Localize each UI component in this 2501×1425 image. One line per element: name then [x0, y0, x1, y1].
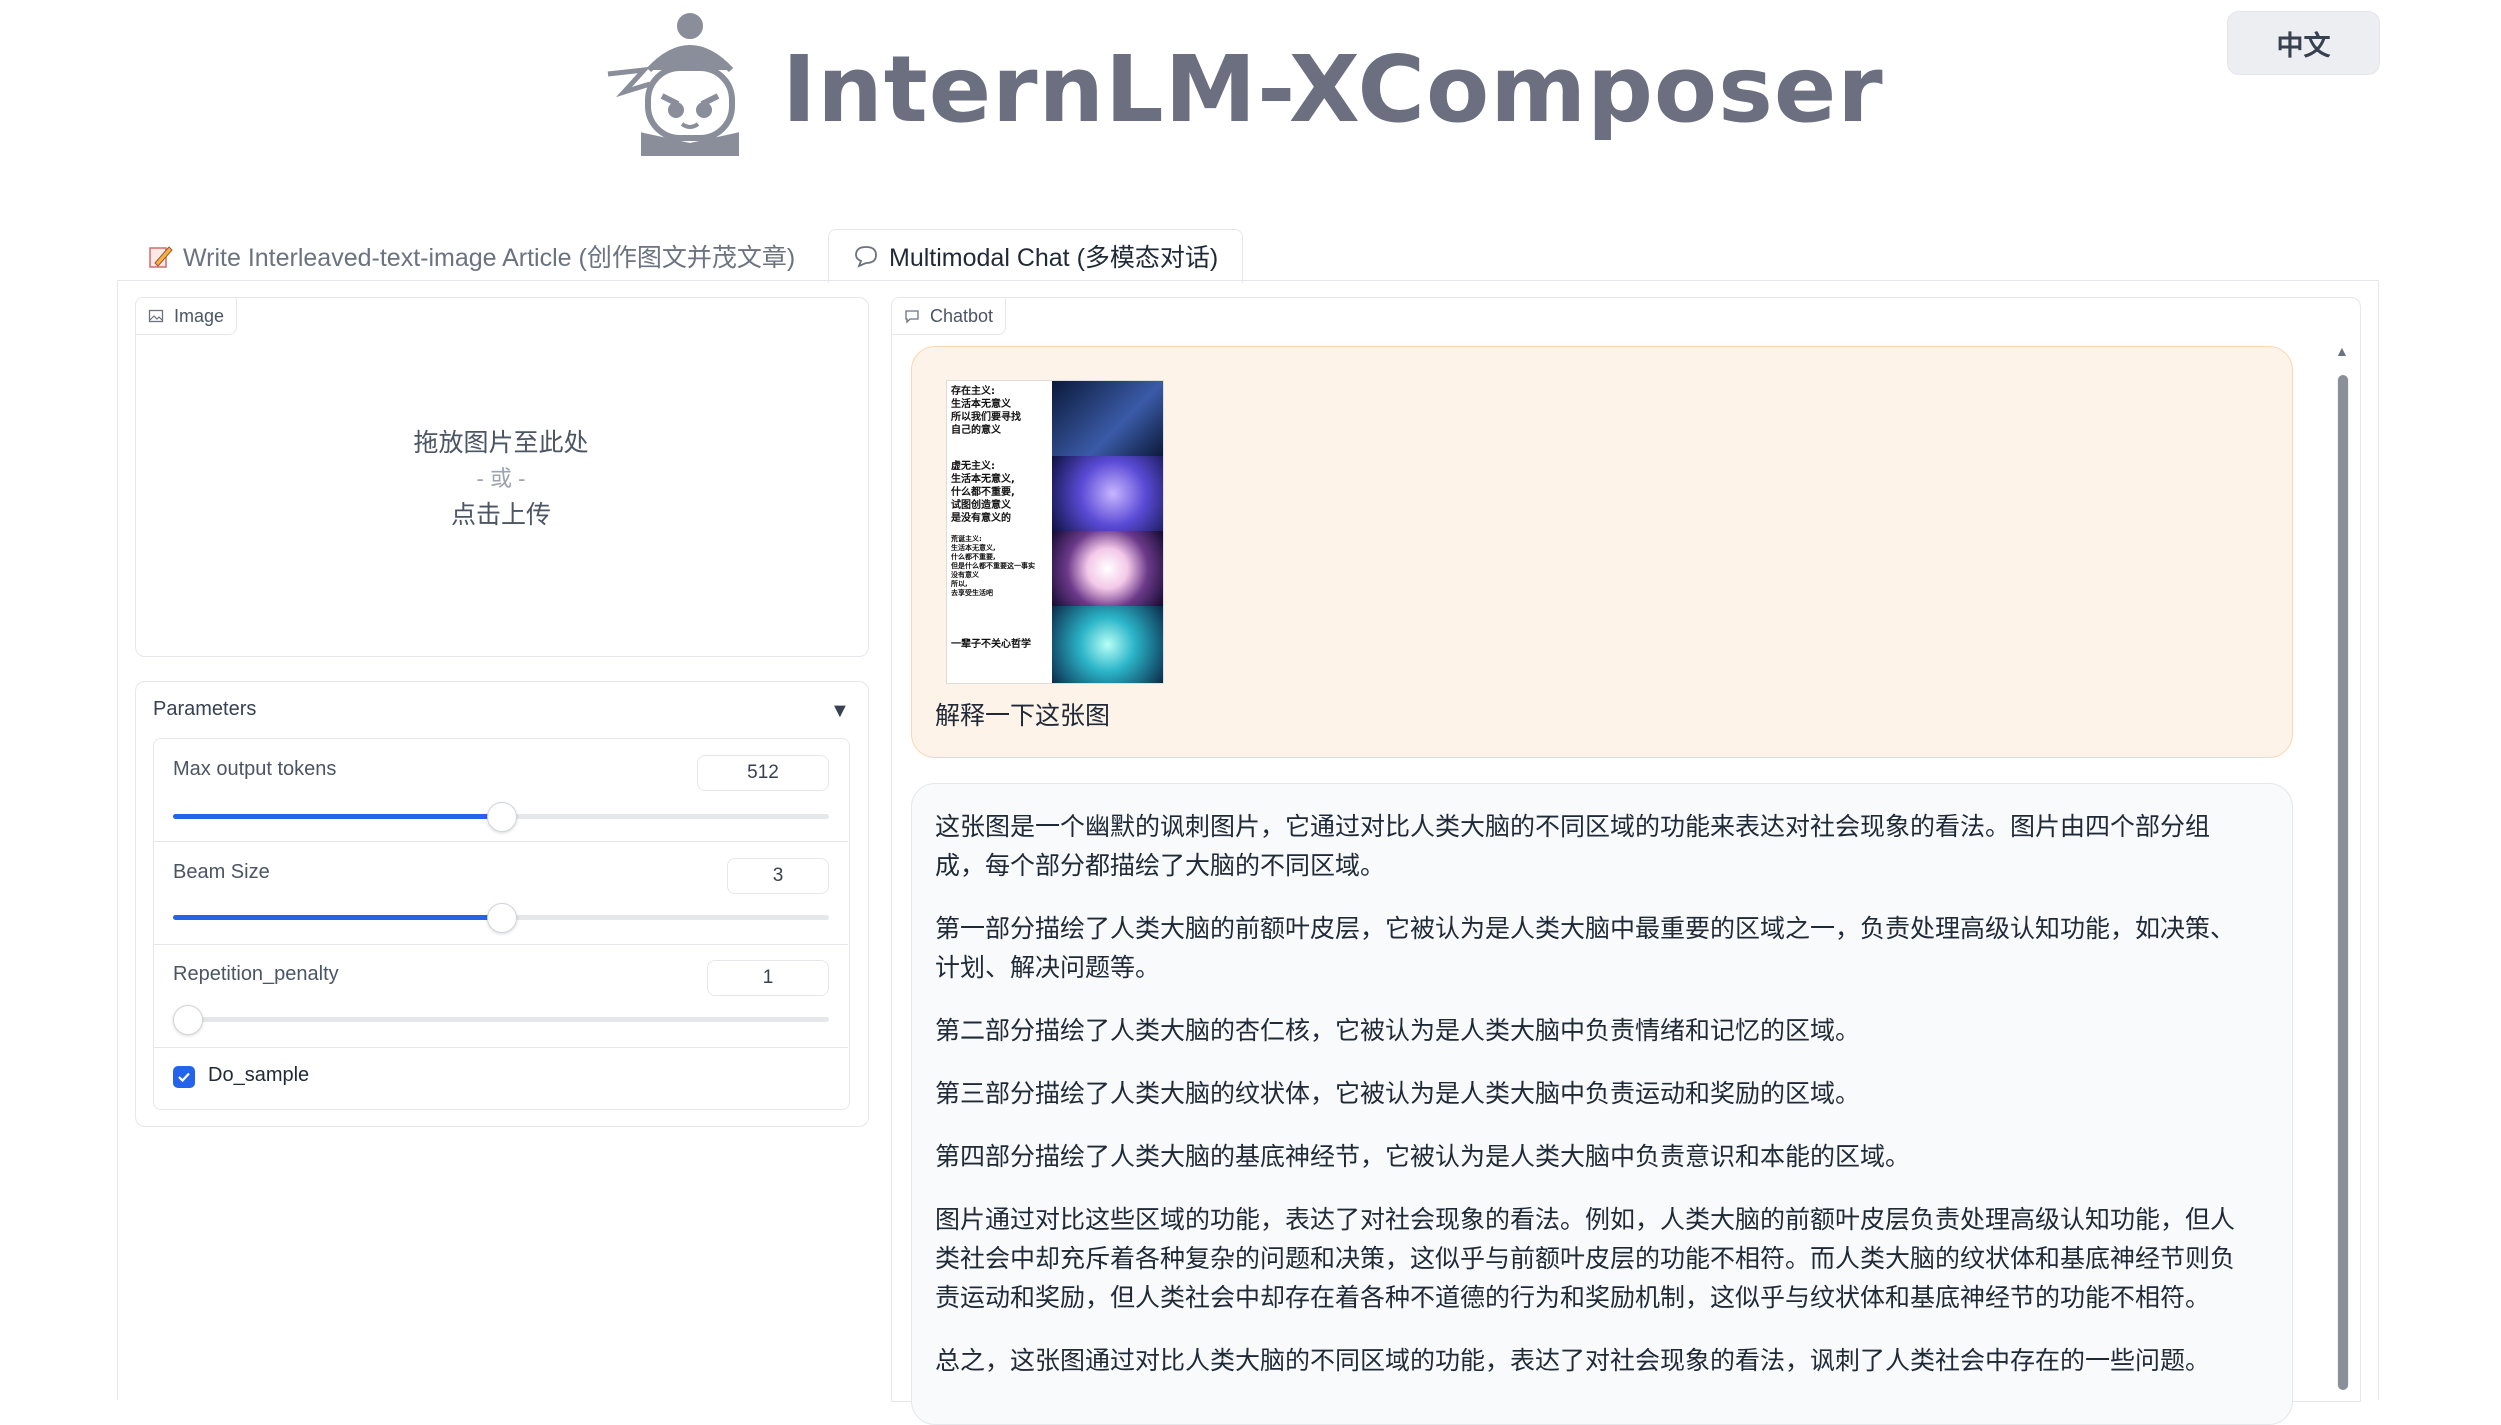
bot-paragraph: 第三部分描绘了人类大脑的纹状体，它被认为是人类大脑中负责运动和奖励的区域。 [935, 1080, 1861, 1108]
bot-paragraph: 第四部分描绘了人类大脑的基底神经节，它被认为是人类大脑中负责意识和本能的区域。 [935, 1143, 1911, 1171]
or-text: - 或 - [476, 466, 526, 491]
drop-text: 拖放图片至此处 [413, 429, 589, 457]
meme-panel-text: 虚无主义: 生活本无意义, 什么都不重要, 试图创造意义 是没有意义的 [951, 461, 1015, 524]
max-tokens-label: Max output tokens [173, 758, 337, 780]
divider [154, 944, 848, 945]
repetition-penalty-label: Repetition_penalty [173, 963, 339, 985]
bot-paragraph: 第二部分描绘了人类大脑的杏仁核，它被认为是人类大脑中负责情绪和记忆的区域。 [935, 1017, 1861, 1045]
chat-icon [905, 310, 919, 324]
scroll-up-icon[interactable]: ▲ [2335, 343, 2349, 359]
bot-paragraph: 总之，这张图通过对比人类大脑的不同区域的功能，表达了对社会现象的看法，讽刺了人类… [935, 1347, 2211, 1375]
beam-size-input[interactable]: 3 [727, 858, 829, 894]
meme-panel-text: 荒诞主义: 生活本无意义, 什么都不重要, 但是什么都不重要这一事实 没有意义 … [951, 535, 1035, 597]
repetition-penalty-slider[interactable] [173, 1017, 829, 1022]
panel-border-left [117, 280, 118, 1400]
user-message-text: 解释一下这张图 [935, 702, 1111, 730]
upload-instructions: 拖放图片至此处 - 或 - 点击上传 [135, 425, 867, 533]
chat-bubble-icon [855, 246, 877, 268]
brain-image-panel [1052, 381, 1163, 456]
bot-message-text: 这张图是一个幽默的讽刺图片，它通过对比人类大脑的不同区域的功能来表达对社会现象的… [935, 808, 2255, 1405]
do-sample-label: Do_sample [208, 1064, 310, 1086]
tab-label: Write Interleaved-text-image Article (创作… [183, 244, 796, 272]
panel-border-right [2378, 280, 2379, 1400]
check-icon [178, 1072, 190, 1083]
tab-write-article[interactable]: Write Interleaved-text-image Article (创作… [147, 232, 795, 280]
max-tokens-slider-thumb[interactable] [487, 802, 517, 832]
image-icon [148, 309, 164, 323]
logo-icon [607, 13, 739, 156]
bot-paragraph: 图片通过对比这些区域的功能，表达了对社会现象的看法。例如，人类大脑的前额叶皮层负… [935, 1206, 2236, 1312]
scrollbar-thumb[interactable] [2338, 375, 2348, 1390]
bot-paragraph: 第一部分描绘了人类大脑的前额叶皮层，它被认为是人类大脑中最重要的区域之一，负责处… [935, 915, 2236, 982]
brain-image-panel [1052, 456, 1163, 531]
divider [154, 841, 848, 842]
beam-size-label: Beam Size [173, 861, 270, 883]
meme-panel-text: 存在主义: 生活本无意义 所以我们要寻找 自己的意义 [951, 386, 1021, 436]
app-title: InternLM-XComposer [782, 36, 1884, 143]
tab-label: Multimodal Chat (多模态对话) [889, 244, 1219, 272]
beam-size-slider-thumb[interactable] [487, 903, 517, 933]
brain-image-panel [1052, 531, 1163, 606]
parameters-title[interactable]: Parameters [153, 698, 256, 721]
pencil-paper-icon [149, 246, 173, 268]
brain-image-panel [1052, 606, 1163, 683]
divider [154, 1047, 848, 1048]
collapse-toggle-icon[interactable]: ▼ [830, 700, 850, 723]
click-upload-text[interactable]: 点击上传 [135, 497, 867, 533]
image-block-label: Image [135, 297, 238, 335]
meme-panel-text: 一辈子不关心哲学 [951, 639, 1031, 650]
repetition-penalty-slider-thumb[interactable] [173, 1005, 203, 1035]
user-uploaded-image[interactable]: 存在主义: 生活本无意义 所以我们要寻找 自己的意义 虚无主义: 生活本无意义,… [946, 380, 1164, 684]
tabs-divider [117, 280, 2379, 281]
tab-multimodal-chat[interactable]: Multimodal Chat (多模态对话) [828, 229, 1244, 283]
repetition-penalty-input[interactable]: 1 [707, 960, 829, 996]
max-tokens-input[interactable]: 512 [697, 755, 829, 791]
chatbot-label: Chatbot [891, 297, 1007, 335]
do-sample-checkbox[interactable] [173, 1066, 195, 1088]
bot-paragraph: 这张图是一个幽默的讽刺图片，它通过对比人类大脑的不同区域的功能来表达对社会现象的… [935, 813, 2211, 880]
language-toggle-button[interactable]: 中文 [2227, 11, 2380, 75]
